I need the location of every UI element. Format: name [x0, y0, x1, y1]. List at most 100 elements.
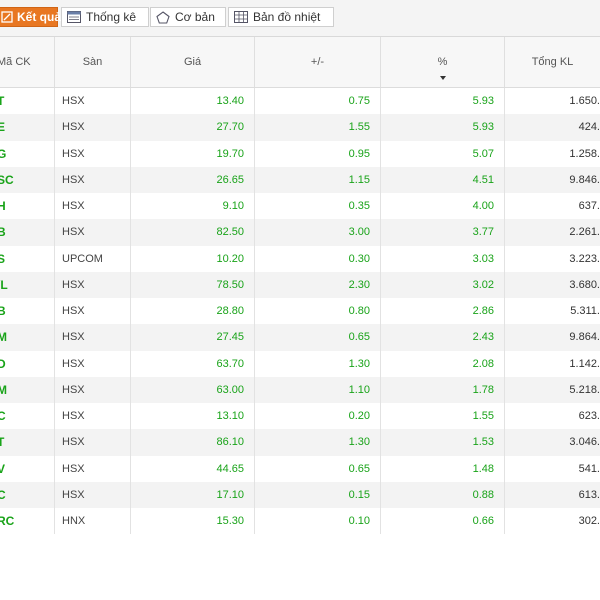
tab-bar: Kết quả Thống kê Cơ bản Bản đồ nhiệt — [0, 0, 600, 37]
cell-change: 0.75 — [255, 88, 381, 115]
cell-volume: 623. — [505, 403, 600, 429]
cell-exchange: HSX — [55, 166, 131, 193]
tab-ban-do-nhiet[interactable]: Bản đồ nhiệt — [228, 7, 334, 27]
cell-symbol[interactable]: SC — [0, 166, 55, 193]
table-row[interactable]: B HSX82.503.003.77 2.261. — [0, 219, 600, 246]
cell-volume: 1.142. — [505, 351, 600, 377]
table-row[interactable]: G HSX19.700.955.07 1.258. — [0, 140, 600, 167]
cell-change: 1.10 — [255, 376, 381, 403]
cell-exchange: HSX — [55, 455, 131, 482]
cell-volume: 9.864. — [505, 324, 600, 350]
tab-thong-ke[interactable]: Thống kê — [61, 7, 149, 27]
column-label: % — [437, 56, 448, 68]
cell-volume: 5.311. — [505, 298, 600, 324]
cell-percent: 5.93 — [381, 114, 505, 141]
volume-text: 3.046. — [569, 436, 600, 449]
result-icon — [1, 10, 13, 24]
table-row[interactable]: D HSX63.701.302.08 1.142. — [0, 350, 600, 377]
symbol-text: /L — [0, 277, 8, 292]
cell-symbol[interactable]: E — [0, 114, 55, 141]
cell-volume: 3.046. — [505, 429, 600, 455]
cell-symbol[interactable]: M — [0, 376, 55, 403]
volume-text: 3.680. — [569, 278, 600, 291]
symbol-text: E — [0, 120, 5, 134]
volume-text: 541. — [578, 462, 600, 475]
table-row[interactable]: /L HSX78.502.303.02 3.680. — [0, 271, 600, 298]
column-header-change[interactable]: +/- — [255, 37, 381, 87]
table-row[interactable]: S UPCOM10.200.303.03 3.223. — [0, 245, 600, 272]
cell-exchange: HSX — [55, 271, 131, 298]
table-row[interactable]: E HSX27.701.555.93 424. — [0, 114, 600, 141]
cell-symbol[interactable]: C — [0, 481, 55, 508]
volume-text: 9.846. — [569, 173, 600, 186]
table-row[interactable]: B HSX28.800.802.86 5.311. — [0, 298, 600, 325]
sort-desc-icon — [439, 76, 446, 80]
cell-price: 26.65 — [131, 166, 255, 193]
cell-symbol[interactable]: B — [0, 298, 55, 325]
volume-text: 3.223. — [569, 252, 600, 265]
symbol-text: B — [0, 304, 6, 318]
cell-symbol[interactable]: RC — [0, 508, 55, 535]
symbol-text: V — [0, 462, 5, 476]
cell-symbol[interactable]: T — [0, 429, 55, 456]
tab-label: Bản đồ nhiệt — [253, 10, 321, 24]
cell-exchange: HSX — [55, 88, 131, 115]
cell-volume: 637. — [505, 193, 600, 219]
cell-price: 15.30 — [131, 508, 255, 535]
cell-price: 17.10 — [131, 481, 255, 508]
column-header-volume[interactable]: Tổng KL — [505, 37, 600, 87]
column-header-percent[interactable]: % — [381, 37, 505, 87]
cell-symbol[interactable]: H — [0, 193, 55, 220]
column-header-exchange[interactable]: Sàn — [55, 37, 131, 87]
cell-symbol[interactable]: S — [0, 245, 55, 272]
tab-label: Thống kê — [86, 10, 137, 24]
volume-text: 1.650. — [569, 95, 600, 108]
table-row[interactable]: V HSX44.650.651.48 541. — [0, 455, 600, 482]
volume-text: 623. — [578, 410, 600, 423]
cell-symbol[interactable]: /L — [0, 271, 55, 298]
cell-symbol[interactable]: T — [0, 88, 55, 115]
cell-exchange: HSX — [55, 193, 131, 220]
table-row[interactable]: RC HNX15.300.100.66 302. — [0, 508, 600, 535]
cell-percent: 0.66 — [381, 508, 505, 535]
table-row[interactable]: C HSX17.100.150.88 613. — [0, 481, 600, 508]
cell-price: 63.70 — [131, 350, 255, 377]
cell-change: 1.15 — [255, 166, 381, 193]
cell-volume: 2.261. — [505, 219, 600, 245]
cell-volume: 3.223. — [505, 246, 600, 272]
column-header-symbol[interactable]: Mã CK — [0, 37, 55, 87]
cell-change: 1.30 — [255, 429, 381, 456]
cell-volume: 613. — [505, 482, 600, 508]
cell-percent: 3.02 — [381, 271, 505, 298]
cell-symbol[interactable]: D — [0, 350, 55, 377]
table-row[interactable]: H HSX9.100.354.00 637. — [0, 193, 600, 220]
column-header-price[interactable]: Giá — [131, 37, 255, 87]
cell-price: 9.10 — [131, 193, 255, 220]
cell-percent: 3.77 — [381, 219, 505, 246]
cell-percent: 1.55 — [381, 403, 505, 430]
cell-price: 44.65 — [131, 455, 255, 482]
cell-symbol[interactable]: C — [0, 403, 55, 430]
symbol-text: M — [0, 330, 7, 344]
table-header: Mã CK Sàn Giá +/- % Tổng KL — [0, 37, 600, 88]
cell-symbol[interactable]: V — [0, 455, 55, 482]
table-row[interactable]: T HSX13.400.755.93 1.650. — [0, 88, 600, 115]
table-row[interactable]: C HSX13.100.201.55 623. — [0, 403, 600, 430]
cell-symbol[interactable]: M — [0, 324, 55, 351]
symbol-text: S — [0, 252, 5, 266]
cell-symbol[interactable]: B — [0, 219, 55, 246]
cell-price: 82.50 — [131, 219, 255, 246]
table-row[interactable]: M HSX63.001.101.78 5.218. — [0, 376, 600, 403]
symbol-text: H — [0, 199, 6, 213]
cell-volume: 1.650. — [505, 88, 600, 114]
table-row[interactable]: SC HSX26.651.154.51 9.846. — [0, 166, 600, 193]
table-body: THSX13.400.755.931.650.EHSX27.701.555.93… — [0, 88, 600, 535]
cell-price: 13.10 — [131, 403, 255, 430]
tab-ket-qua[interactable]: Kết quả — [0, 7, 61, 27]
cell-symbol[interactable]: G — [0, 140, 55, 167]
tab-co-ban[interactable]: Cơ bản — [150, 7, 226, 27]
table-row[interactable]: T HSX86.101.301.53 3.046. — [0, 429, 600, 456]
table-row[interactable]: M HSX27.450.652.43 9.864. — [0, 324, 600, 351]
cell-change: 0.65 — [255, 455, 381, 482]
volume-text: 1.142. — [569, 357, 600, 370]
